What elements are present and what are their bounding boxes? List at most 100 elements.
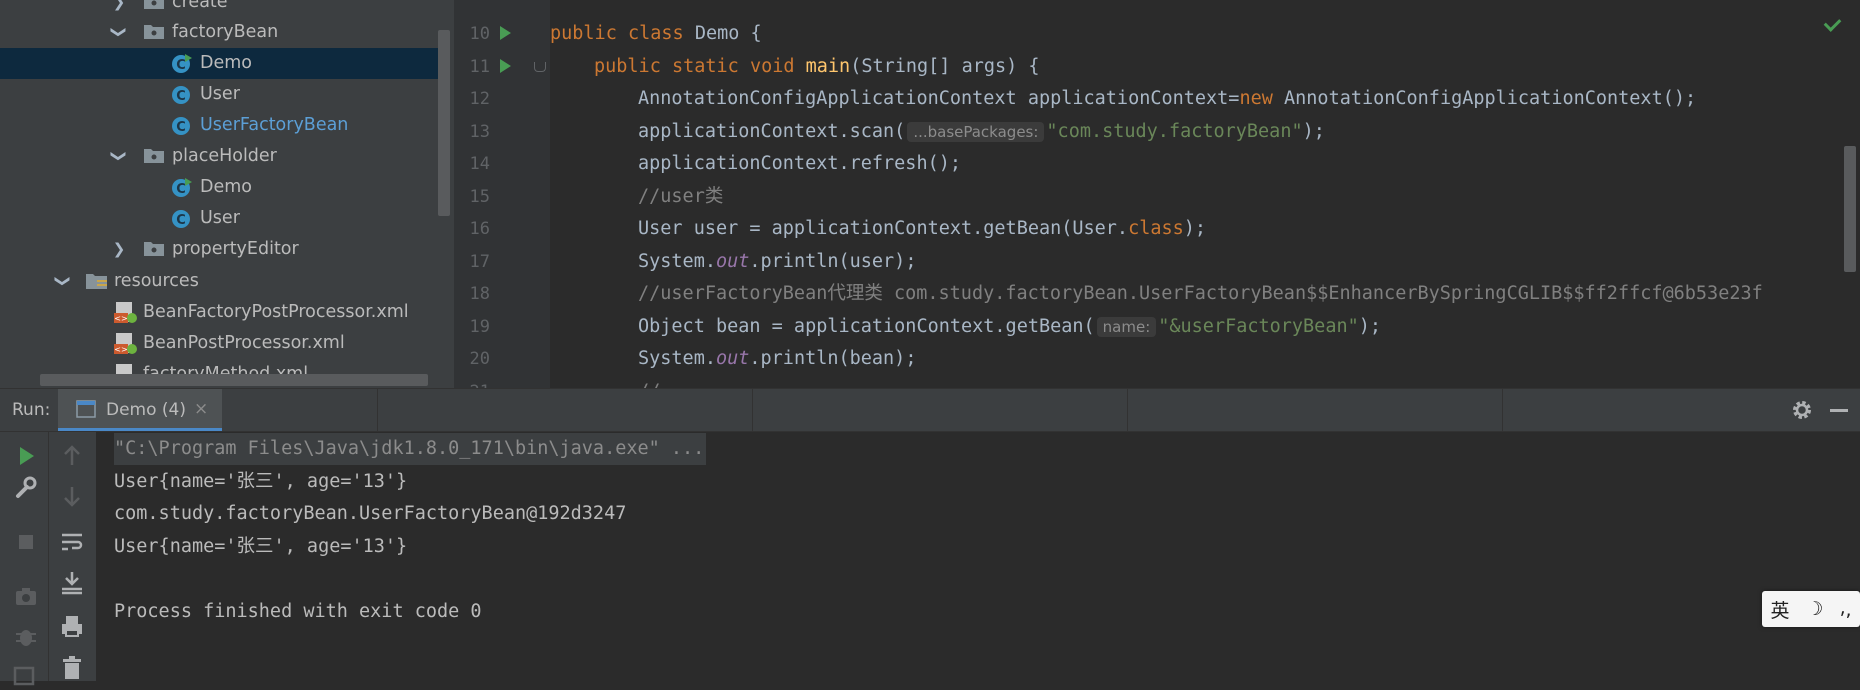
tree-vertical-scrollbar[interactable] — [438, 30, 450, 216]
close-icon[interactable]: × — [194, 399, 208, 419]
static-field: out — [715, 251, 750, 272]
tree-horizontal-scrollbar[interactable] — [40, 374, 428, 386]
parameters: (String[] args) { — [850, 56, 1040, 77]
camera-icon[interactable] — [12, 582, 40, 610]
chevron-right-icon[interactable]: ❯ — [110, 0, 128, 11]
line-number: 18 — [469, 284, 490, 304]
keyword: class — [627, 23, 684, 44]
svg-text:C: C — [176, 89, 186, 104]
line-number: 14 — [469, 154, 490, 174]
chevron-down-icon[interactable]: ❯ — [110, 23, 128, 41]
trash-icon[interactable] — [58, 654, 86, 682]
console-command-line: "C:\Program Files\Java\jdk1.8.0_171\bin\… — [114, 433, 707, 465]
line-number: 10 — [469, 24, 490, 44]
tree-item-label: BeanPostProcessor.xml — [143, 333, 345, 353]
tree-item-placeHolder[interactable]: ❯ placeHolder — [0, 141, 438, 172]
wrench-icon[interactable] — [12, 474, 40, 502]
svg-text:C: C — [176, 120, 186, 135]
line-number: 16 — [469, 219, 490, 239]
divider — [377, 389, 378, 431]
gear-icon[interactable] — [1792, 400, 1812, 420]
tree-item-xml-file[interactable]: <> BeanPostProcessor.xml — [0, 328, 438, 359]
parameter-hint: name: — [1096, 317, 1157, 337]
keyword: class — [1128, 218, 1184, 239]
project-tree: ❯ create ❯ factoryBean C Demo C User C U… — [0, 0, 454, 388]
chevron-right-icon[interactable]: ❯ — [110, 240, 128, 258]
tree-item-propertyEditor[interactable]: ❯ propertyEditor — [0, 234, 438, 265]
console-output-line: User{name='张三', age='13'} — [114, 471, 408, 492]
minimize-icon[interactable] — [1830, 409, 1848, 412]
run-tab-title: Demo (4) — [106, 400, 186, 420]
tree-item-demo-selected[interactable]: C Demo — [0, 48, 438, 79]
comment: //user类 — [638, 186, 724, 207]
tree-item-factoryBean[interactable]: ❯ factoryBean — [0, 17, 438, 48]
fold-marker-icon[interactable] — [534, 62, 546, 72]
tree-item-resources[interactable]: ❯ resources — [0, 266, 438, 297]
tree-item-xml-file[interactable]: <> BeanFactoryPostProcessor.xml — [0, 297, 438, 328]
code-editor[interactable]: 10 11 12 13 14 15 16 17 18 19 20 21 publ… — [454, 0, 1860, 388]
class-icon: C — [172, 117, 190, 135]
tree-item-demo[interactable]: C Demo — [0, 172, 438, 203]
run-console[interactable]: "C:\Program Files\Java\jdk1.8.0_171\bin\… — [96, 432, 1860, 681]
ime-toolbar[interactable]: 英 ☽ ⸴, — [1762, 591, 1860, 627]
stop-icon[interactable] — [12, 528, 40, 556]
run-tab[interactable]: Demo (4) × — [58, 389, 222, 431]
moon-icon[interactable]: ☽ — [1806, 598, 1823, 620]
editor-vertical-scrollbar[interactable] — [1844, 146, 1856, 272]
tree-item-user[interactable]: C User — [0, 79, 438, 110]
runnable-class-icon: C — [172, 54, 192, 73]
package-folder-icon — [144, 25, 164, 39]
line-number: 15 — [469, 187, 490, 207]
line-number: 19 — [469, 317, 490, 337]
punctuation-toggle[interactable]: ⸴, — [1840, 596, 1851, 622]
line-number: 13 — [469, 122, 490, 142]
tree-item-label: User — [200, 84, 240, 104]
statement: applicationContext.scan( — [638, 121, 906, 142]
code-line-20: System.out.println(bean); — [550, 343, 1860, 375]
punctuation: { — [739, 23, 762, 44]
run-class-icon[interactable] — [500, 26, 511, 40]
layout-icon[interactable] — [10, 662, 38, 690]
code-line-12: AnnotationConfigApplicationContext appli… — [550, 83, 1860, 115]
spring-xml-icon: <> — [114, 333, 137, 354]
bug-icon[interactable] — [12, 622, 40, 650]
arrow-up-icon[interactable] — [58, 442, 86, 470]
svg-text:<>: <> — [114, 345, 127, 354]
chevron-down-icon[interactable]: ❯ — [54, 272, 72, 290]
spring-xml-icon: <> — [114, 302, 137, 323]
console-output-line: com.study.factoryBean.UserFactoryBean@19… — [114, 503, 627, 524]
arrow-down-icon[interactable] — [58, 482, 86, 510]
code-line-10: public class Demo { — [550, 18, 1830, 50]
ime-language-toggle[interactable]: 英 — [1770, 596, 1789, 623]
print-icon[interactable] — [58, 612, 86, 640]
package-folder-icon — [144, 0, 164, 9]
tree-item-label: propertyEditor — [172, 239, 299, 259]
svg-text:<>: <> — [114, 314, 127, 323]
tree-item-create[interactable]: ❯ create — [0, 0, 438, 18]
line-number: 17 — [469, 252, 490, 272]
statement: .println(bean); — [749, 348, 917, 369]
divider — [1127, 389, 1128, 431]
string-literal: "&userFactoryBean" — [1158, 316, 1359, 337]
comment: //userFactoryBean代理类 com.study.factoryBe… — [638, 283, 1763, 304]
run-main-icon[interactable] — [500, 59, 511, 73]
tree-item-label: create — [172, 0, 228, 12]
static-field: out — [715, 348, 750, 369]
resources-folder-icon — [86, 274, 107, 289]
statement: AnnotationConfigApplicationContext(); — [1272, 88, 1697, 109]
scroll-to-end-icon[interactable] — [58, 568, 86, 596]
keyword: static — [671, 56, 739, 77]
code-line-13: applicationContext.scan(...basePackages:… — [550, 116, 1860, 148]
rerun-icon[interactable] — [12, 442, 40, 470]
chevron-down-icon[interactable]: ❯ — [110, 147, 128, 165]
comment: // — [638, 381, 660, 388]
soft-wrap-icon[interactable] — [58, 528, 86, 556]
tree-item-userfactorybean[interactable]: C UserFactoryBean — [0, 110, 438, 141]
tree-item-label: resources — [114, 271, 199, 291]
divider — [752, 389, 753, 431]
tree-item-user[interactable]: C User — [0, 203, 438, 234]
tree-item-label: Demo — [200, 53, 252, 73]
run-side-toolbar — [0, 432, 96, 686]
keyword: new — [1239, 88, 1273, 109]
tree-item-label: BeanFactoryPostProcessor.xml — [143, 302, 409, 322]
